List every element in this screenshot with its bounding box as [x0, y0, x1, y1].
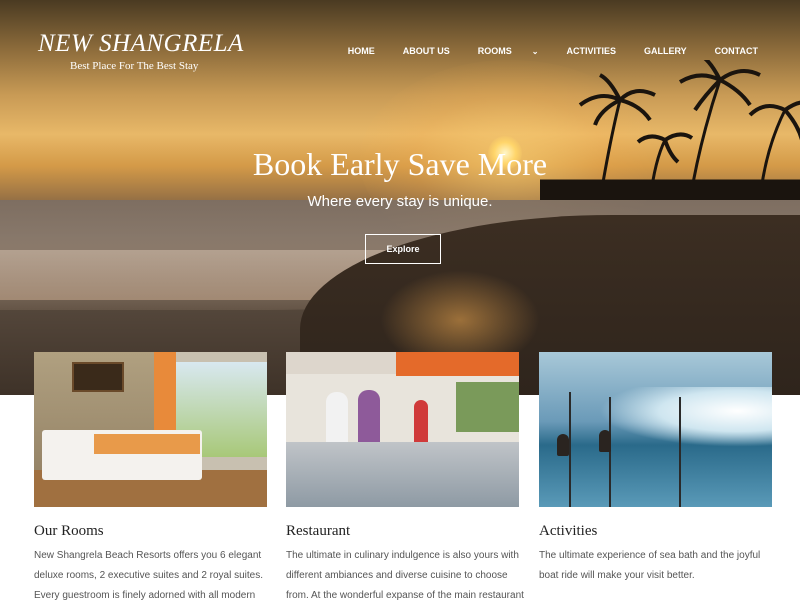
nav-item-about-us[interactable]: ABOUT US — [389, 46, 464, 56]
rooms-image[interactable] — [34, 352, 267, 507]
nav-item-activities[interactable]: ACTIVITIES — [552, 46, 630, 56]
hero-subtitle: Where every stay is unique. — [307, 193, 493, 210]
activities-title[interactable]: Activities — [539, 523, 597, 540]
restaurant-person — [326, 392, 348, 442]
rooms-description: New Shangrela Beach Resorts offers you 6… — [34, 550, 264, 601]
brand-logo[interactable]: NEW SHANGRELA Best Place For The Best St… — [38, 30, 244, 72]
stilt-fisherman — [557, 434, 569, 456]
restaurant-awning — [396, 352, 519, 376]
explore-button[interactable]: Explore — [365, 234, 441, 264]
brand-tagline: Best Place For The Best Stay — [70, 60, 199, 72]
nav-item-contact[interactable]: CONTACT — [701, 46, 772, 56]
stilt-fisherman — [599, 430, 611, 452]
hero-banner: NEW SHANGRELA Best Place For The Best St… — [0, 0, 800, 395]
nav-label: ABOUT US — [402, 46, 450, 56]
buffet-counter — [286, 442, 519, 507]
restaurant-description: The ultimate in culinary indulgence is a… — [286, 550, 524, 601]
rooms-title[interactable]: Our Rooms — [34, 523, 104, 540]
restaurant-greenery — [456, 382, 519, 432]
stilt-pole — [679, 397, 681, 507]
nav-label: ACTIVITIES — [566, 46, 616, 56]
restaurant-person — [358, 390, 380, 442]
nav-label: GALLERY — [644, 46, 687, 56]
nav-label: CONTACT — [714, 46, 758, 56]
stilt-pole — [609, 397, 611, 507]
nav-label: ROOMS — [477, 46, 512, 56]
room-blanket — [94, 434, 200, 454]
activities-description: The ultimate experience of sea bath and … — [539, 550, 761, 581]
restaurant-image[interactable] — [286, 352, 519, 507]
stilt-pole — [569, 392, 571, 507]
activities-image[interactable] — [539, 352, 772, 507]
ocean-wave — [599, 387, 772, 447]
restaurant-title[interactable]: Restaurant — [286, 523, 350, 540]
nav-item-rooms[interactable]: ROOMS ⌄ — [464, 46, 553, 56]
main-nav: HOME ABOUT US ROOMS ⌄ ACTIVITIES GALLERY … — [334, 46, 772, 56]
chevron-down-icon: ⌄ — [531, 46, 539, 56]
hero-title: Book Early Save More — [252, 146, 548, 182]
restaurant-person — [414, 400, 428, 442]
nav-label: HOME — [347, 46, 375, 56]
nav-item-gallery[interactable]: GALLERY — [630, 46, 701, 56]
room-painting — [72, 362, 124, 392]
brand-title: NEW SHANGRELA — [38, 30, 244, 57]
nav-item-home[interactable]: HOME — [334, 46, 389, 56]
